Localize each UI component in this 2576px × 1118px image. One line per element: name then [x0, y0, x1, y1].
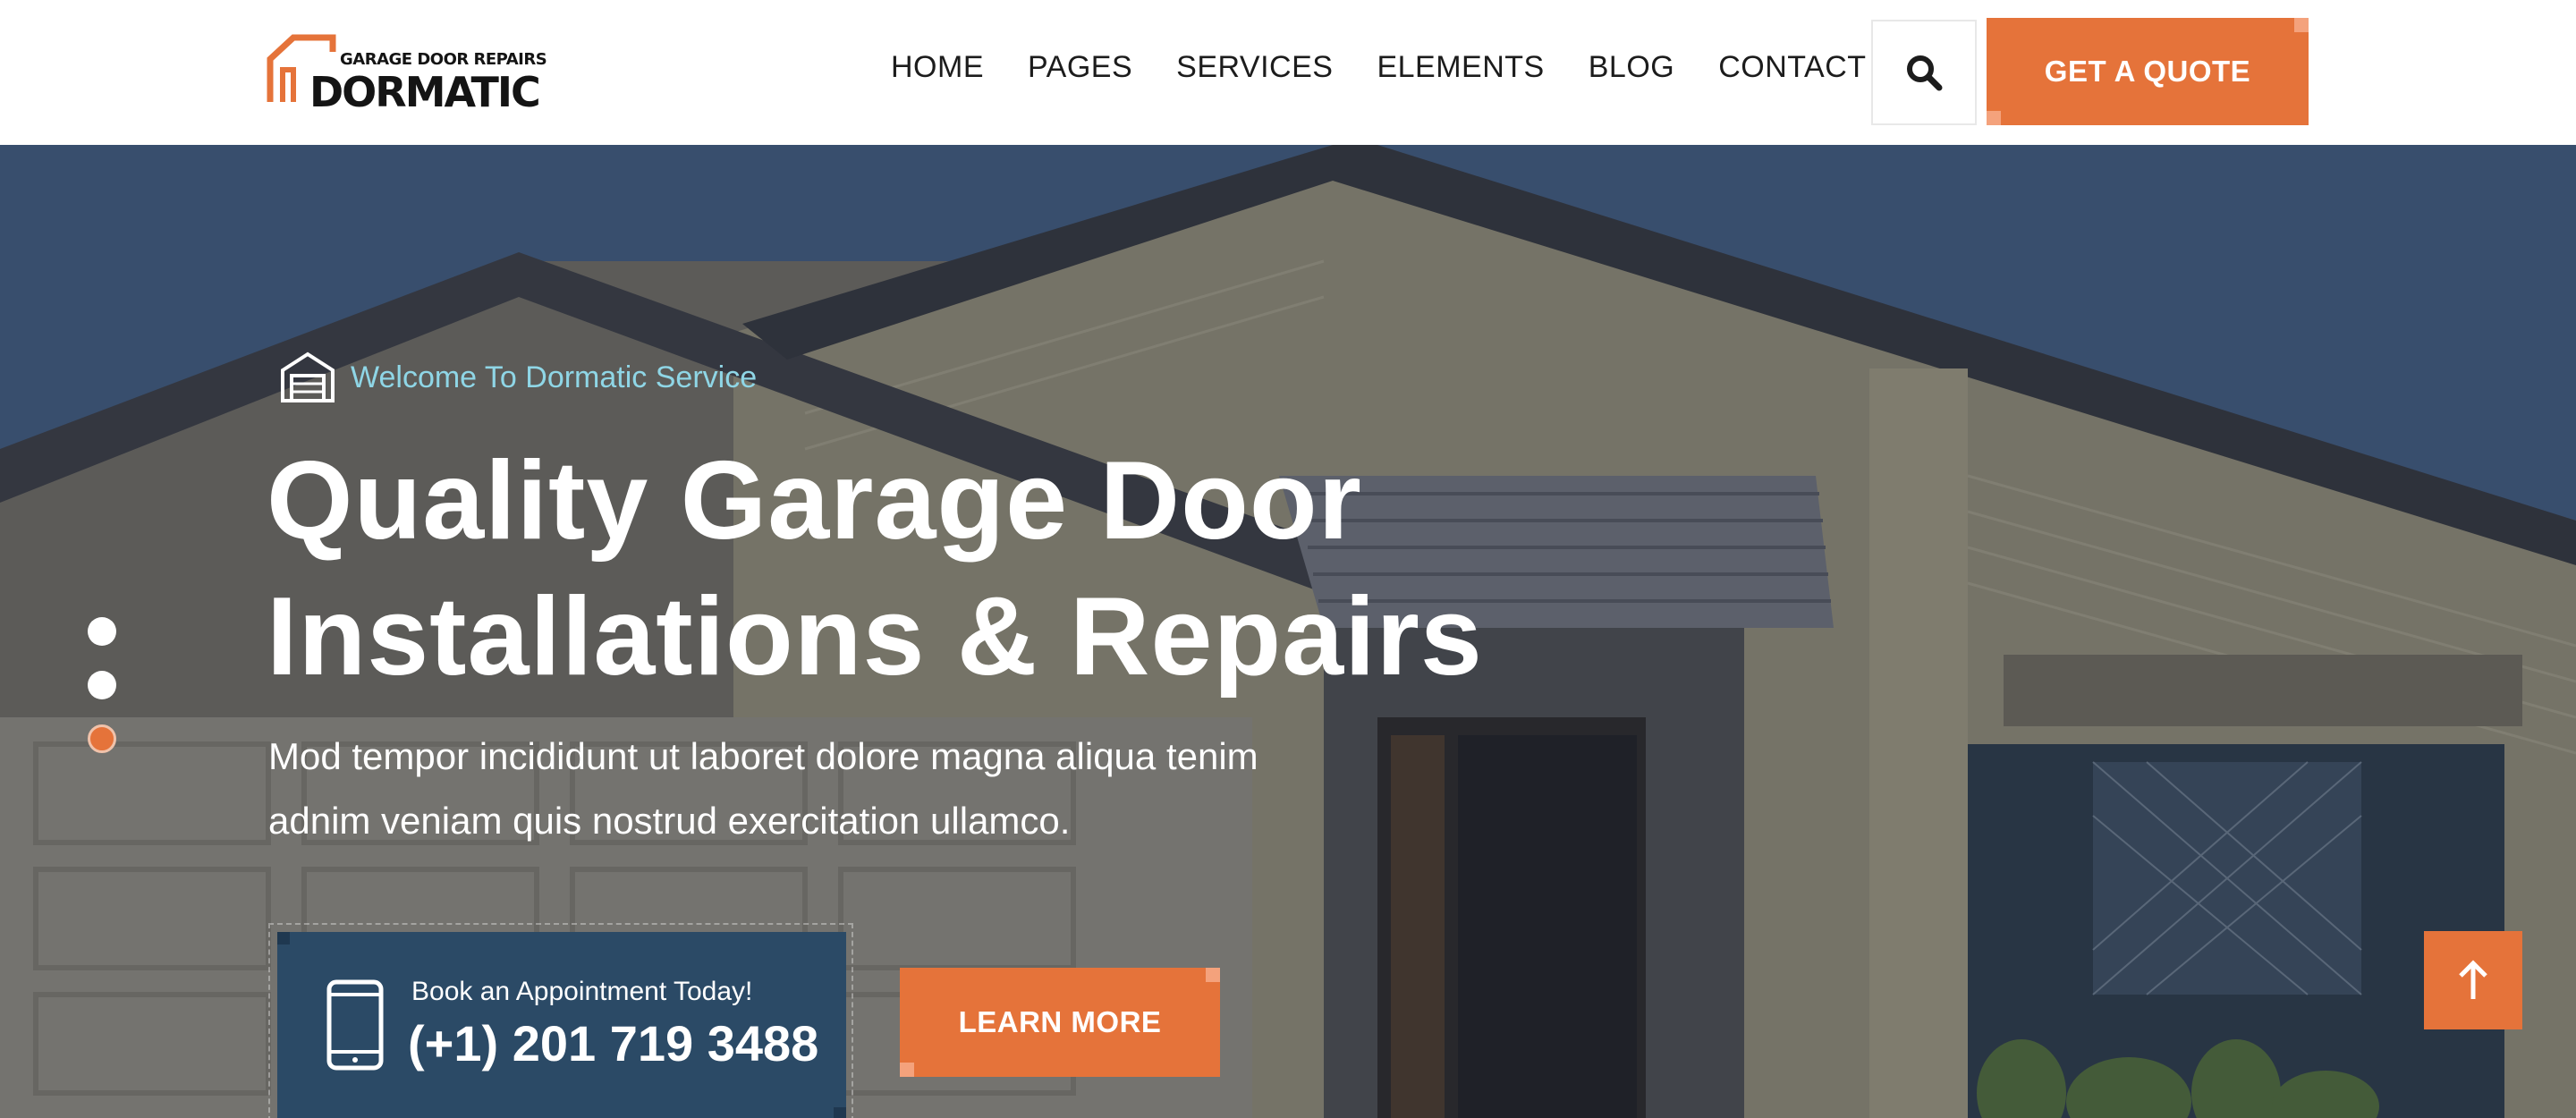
hero-title: Quality Garage Door Installations & Repa… — [267, 433, 1608, 705]
slider-dot-active[interactable] — [88, 724, 116, 753]
button-corner-accent — [1206, 968, 1220, 982]
appointment-label: Book an Appointment Today! — [411, 977, 753, 1006]
get-quote-button[interactable]: GET A QUOTE — [1987, 18, 2309, 125]
get-quote-label: GET A QUOTE — [2044, 55, 2251, 88]
scroll-to-top-button[interactable] — [2424, 931, 2522, 1029]
phone-number[interactable]: (+1) 201 719 3488 — [408, 1014, 818, 1072]
button-corner-accent — [1987, 111, 2001, 125]
phone-icon — [326, 979, 384, 1071]
logo[interactable]: GARAGE DOOR REPAIRS DORMATIC — [267, 34, 547, 116]
welcome-text: Welcome To Dormatic Service — [351, 360, 758, 394]
hero-slider: Welcome To Dormatic Service Quality Gara… — [0, 145, 2576, 1118]
slider-dot[interactable] — [88, 617, 116, 646]
hero-description-line: adnim veniam quis nostrud exercitation u… — [268, 800, 1071, 842]
search-button[interactable] — [1871, 20, 1977, 125]
nav-home[interactable]: HOME — [891, 50, 984, 85]
learn-more-button[interactable]: LEARN MORE — [900, 968, 1220, 1077]
nav-elements[interactable]: ELEMENTS — [1377, 50, 1544, 85]
hero-title-line: Installations & Repairs — [267, 575, 1483, 699]
learn-more-label: LEARN MORE — [958, 1005, 1162, 1038]
site-header: GARAGE DOOR REPAIRS DORMATIC HOME PAGES … — [0, 0, 2576, 145]
button-corner-accent — [2294, 18, 2309, 32]
slider-dot[interactable] — [88, 671, 116, 699]
nav-contact[interactable]: CONTACT — [1718, 50, 1866, 85]
nav-services[interactable]: SERVICES — [1176, 50, 1333, 85]
main-nav: HOME PAGES SERVICES ELEMENTS BLOG CONTAC… — [891, 50, 1911, 85]
box-corner-accent — [834, 1107, 846, 1118]
hero-title-line: Quality Garage Door — [267, 439, 1362, 563]
logo-name: DORMATIC — [309, 68, 541, 116]
search-icon — [1907, 55, 1943, 91]
slider-dots — [88, 617, 116, 778]
welcome-line: Welcome To Dormatic Service — [279, 351, 757, 404]
logo-tagline: GARAGE DOOR REPAIRS — [340, 50, 547, 69]
button-corner-accent — [900, 1063, 914, 1077]
arrow-up-icon — [2459, 960, 2487, 999]
nav-blog[interactable]: BLOG — [1589, 50, 1674, 85]
appointment-box[interactable]: Book an Appointment Today! (+1) 201 719 … — [277, 932, 846, 1118]
garage-icon — [281, 351, 335, 402]
nav-pages[interactable]: PAGES — [1028, 50, 1132, 85]
hero-description: Mod tempor incididunt ut laboret dolore … — [268, 724, 1521, 853]
hero-description-line: Mod tempor incididunt ut laboret dolore … — [268, 735, 1258, 777]
box-corner-accent — [277, 932, 290, 944]
